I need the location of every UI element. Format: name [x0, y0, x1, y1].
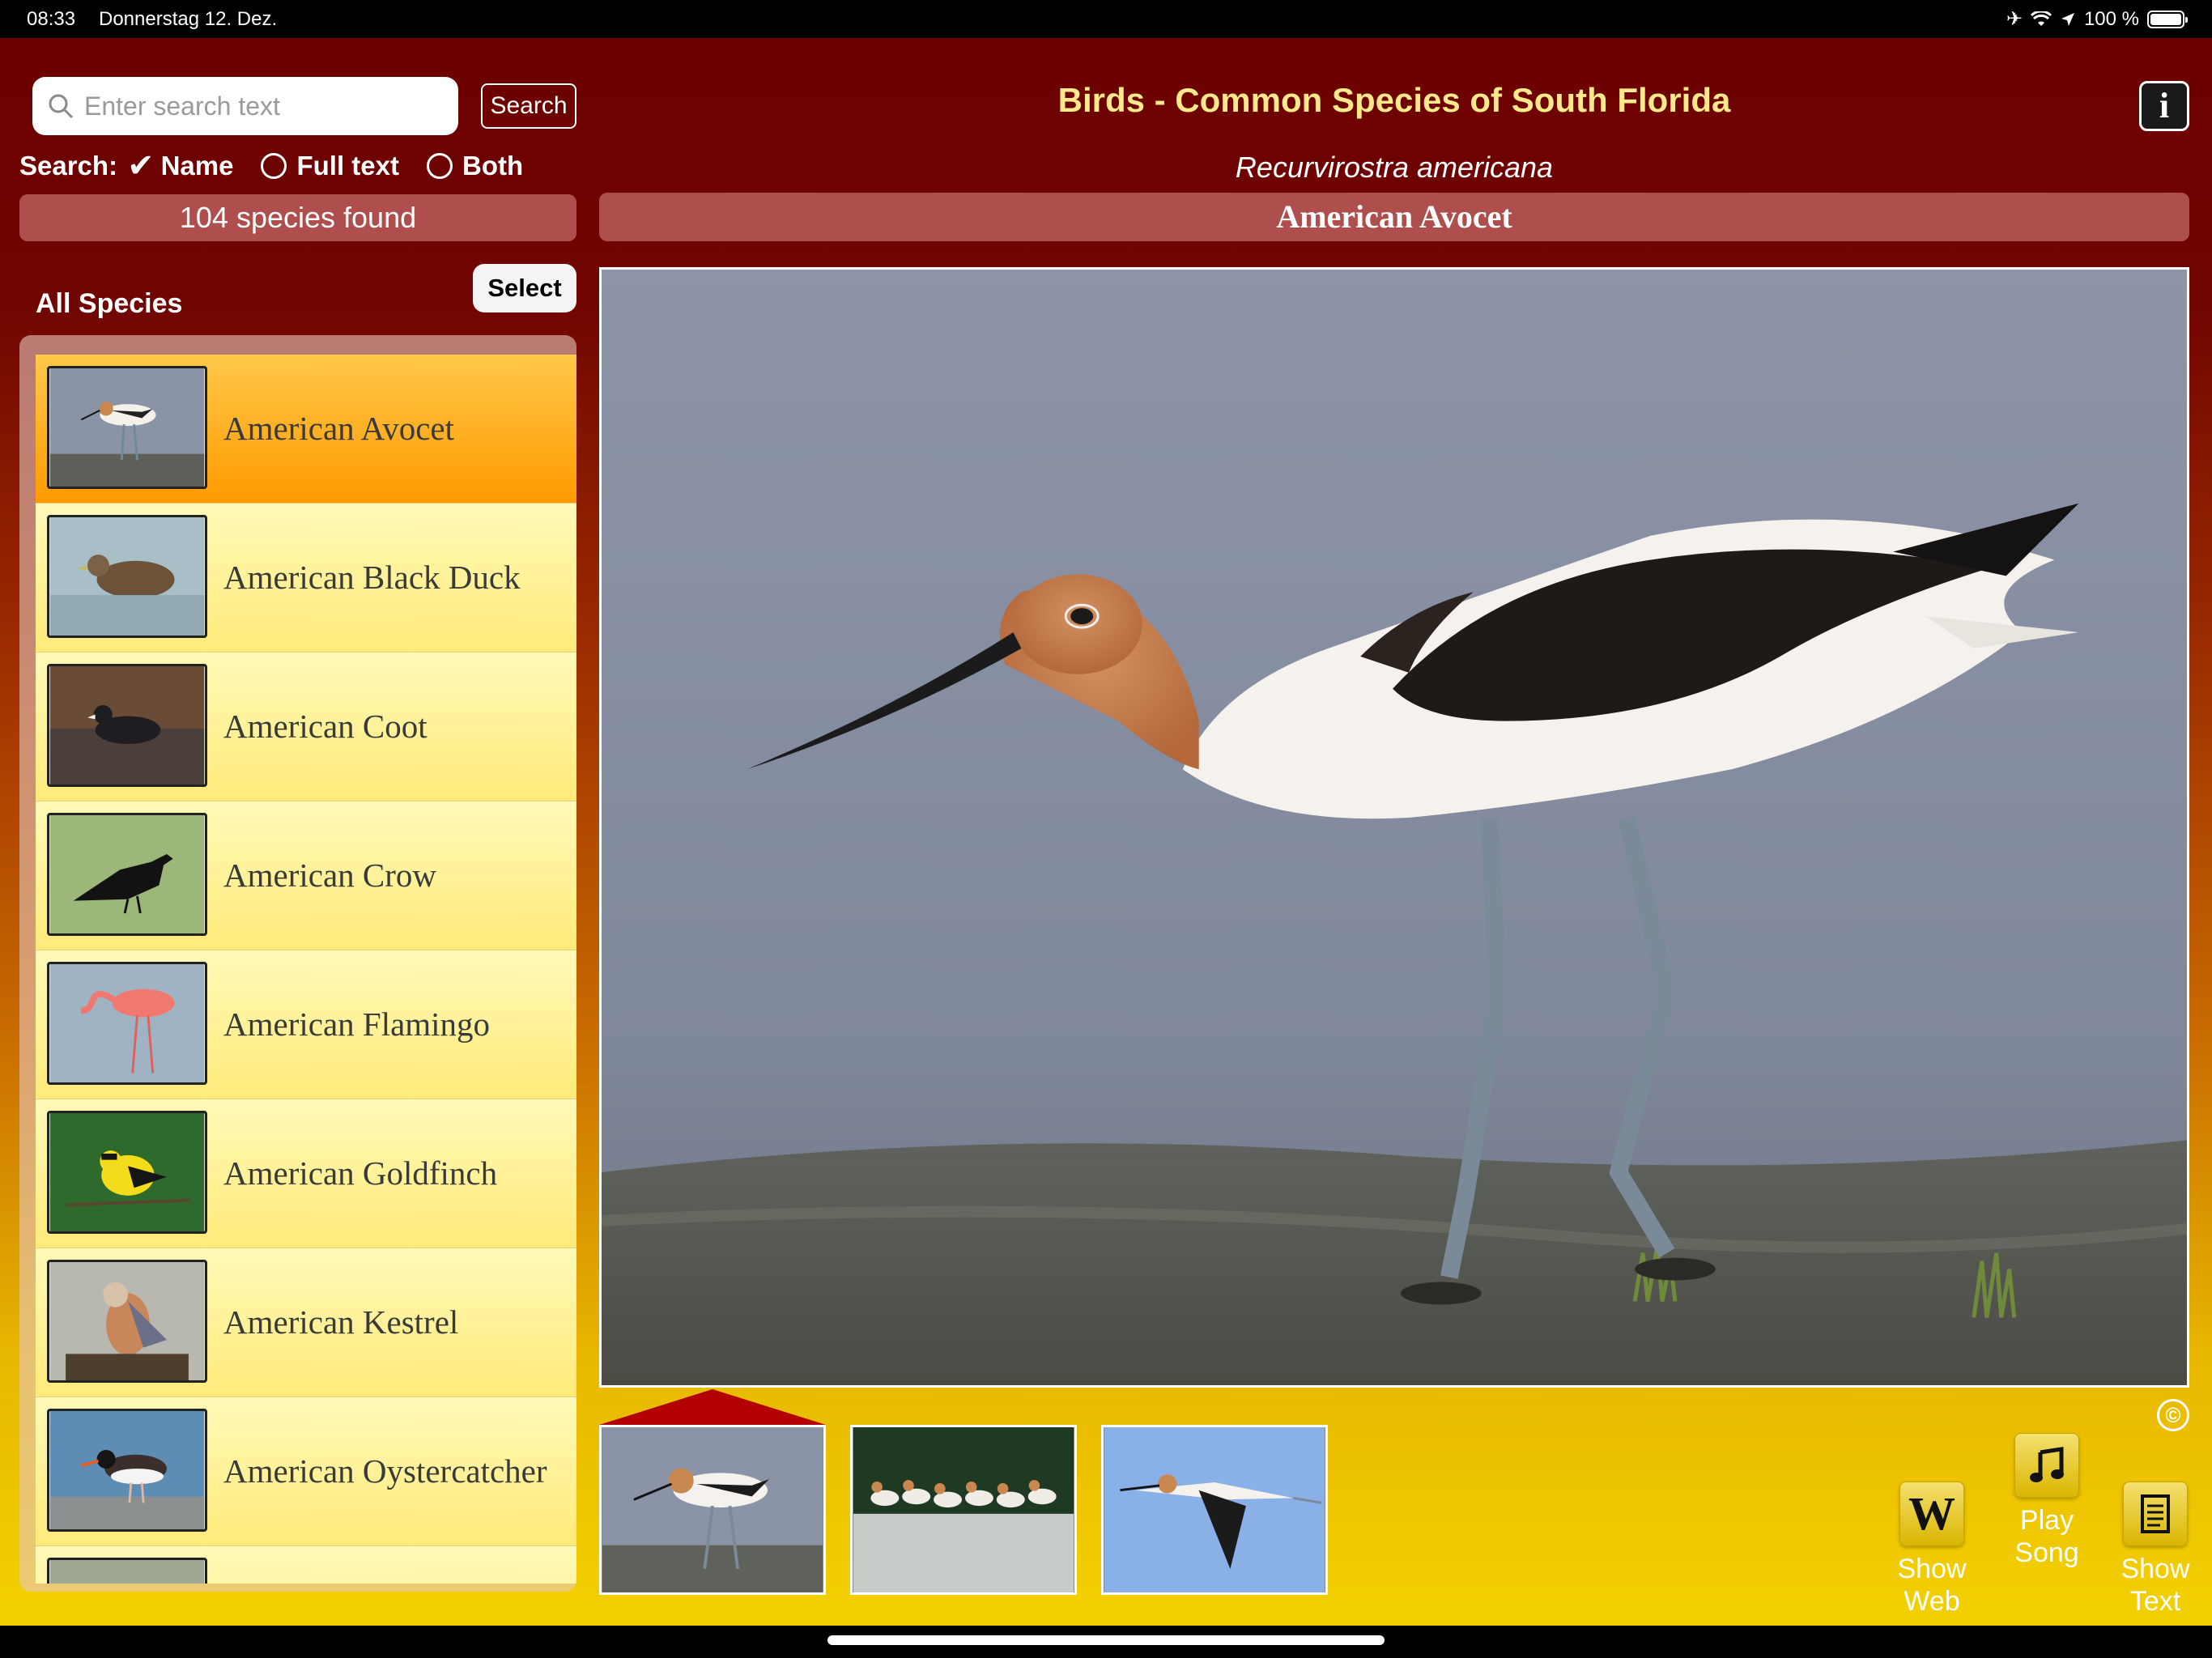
- list-item-american-flamingo[interactable]: American Flamingo: [36, 950, 576, 1099]
- list-item-label: American Black Duck: [223, 559, 521, 597]
- search-options: Search: ✔ Name Full text Both: [19, 146, 551, 186]
- kestrel-thumbnail: [47, 1260, 207, 1383]
- list-item-label: American Kestrel: [223, 1303, 459, 1341]
- common-name: American Avocet: [599, 193, 2189, 241]
- list-item-label: American Flamingo: [223, 1005, 491, 1044]
- search-options-label: Search:: [19, 151, 118, 181]
- species-list-panel: American Avocet American Black Duck Amer…: [19, 335, 576, 1592]
- avocet-thumbnail: [47, 366, 207, 489]
- photo-thumb-3[interactable]: [1101, 1425, 1328, 1595]
- avocet-photo: [602, 270, 2187, 1385]
- show-text-button[interactable]: Show Text: [2113, 1482, 2197, 1618]
- list-item-american-black-duck[interactable]: American Black Duck: [36, 504, 576, 653]
- battery-icon: [2147, 10, 2188, 28]
- search-option-name[interactable]: ✔ Name: [127, 147, 233, 185]
- list-item-label: American Avocet: [223, 410, 454, 448]
- list-item-label: American Coot: [223, 708, 428, 746]
- select-button[interactable]: Select: [473, 264, 576, 312]
- list-heading: All Species: [36, 288, 183, 319]
- flamingo-thumbnail: [47, 962, 207, 1085]
- search-option-label: Name: [160, 151, 234, 181]
- search-input[interactable]: [84, 91, 440, 121]
- search-option-full-text[interactable]: Full text: [261, 151, 399, 181]
- radio-icon: [261, 153, 287, 179]
- status-right: ✈ 100 %: [2006, 0, 2188, 38]
- show-web-button[interactable]: W Show Web: [1890, 1482, 1974, 1618]
- home-indicator[interactable]: [827, 1635, 1385, 1645]
- document-icon: [2123, 1482, 2188, 1546]
- list-item-label: American Crow: [223, 857, 436, 895]
- list-item-american-avocet[interactable]: American Avocet: [36, 355, 576, 504]
- list-item-partial[interactable]: [36, 1546, 576, 1584]
- list-item-american-oystercatcher[interactable]: American Oystercatcher: [36, 1397, 576, 1546]
- photo-thumb-2[interactable]: [850, 1425, 1077, 1595]
- duck-thumbnail: [47, 515, 207, 638]
- play-song-button[interactable]: Play Song: [2005, 1433, 2089, 1569]
- location-icon: [2061, 12, 2074, 26]
- show-text-label: Show Text: [2121, 1554, 2190, 1617]
- selected-indicator: [599, 1389, 826, 1425]
- results-count: 104 species found: [19, 194, 576, 241]
- checkmark-icon: ✔: [127, 148, 155, 184]
- coot-thumbnail: [47, 664, 207, 787]
- search-icon: [49, 94, 74, 119]
- list-item-label: American Oystercatcher: [223, 1452, 547, 1490]
- list-item-american-crow[interactable]: American Crow: [36, 801, 576, 950]
- search-option-both[interactable]: Both: [426, 151, 524, 181]
- photo-thumbnails: [599, 1389, 1571, 1595]
- status-date: Donnerstag 12. Dez.: [99, 8, 278, 30]
- music-note-icon: [2014, 1433, 2079, 1498]
- show-web-label: Show Web: [1897, 1554, 1967, 1617]
- status-time: 08:33: [27, 8, 76, 30]
- battery-percent: 100 %: [2083, 8, 2139, 30]
- wikipedia-icon: W: [1899, 1482, 1964, 1546]
- list-item-label: American Goldfinch: [223, 1154, 498, 1192]
- copyright-button[interactable]: ©: [2157, 1399, 2189, 1431]
- info-button[interactable]: i: [2139, 81, 2189, 131]
- search-option-label: Both: [462, 151, 524, 181]
- list-item-american-goldfinch[interactable]: American Goldfinch: [36, 1099, 576, 1248]
- scientific-name: Recurvirostra americana: [1235, 151, 1554, 184]
- radio-icon: [426, 153, 453, 179]
- list-item-american-coot[interactable]: American Coot: [36, 653, 576, 801]
- wifi-icon: [2030, 11, 2052, 26]
- photo-thumb-1[interactable]: [599, 1425, 826, 1595]
- next-thumbnail: [47, 1558, 207, 1584]
- status-bar: 08:33 Donnerstag 12. Dez. ✈ 100 %: [0, 0, 2212, 38]
- crow-thumbnail: [47, 813, 207, 936]
- play-song-label: Play Song: [2014, 1505, 2079, 1568]
- search-option-label: Full text: [296, 151, 399, 181]
- oystercatcher-thumbnail: [47, 1409, 207, 1532]
- list-item-american-kestrel[interactable]: American Kestrel: [36, 1248, 576, 1397]
- app-title: Birds - Common Species of South Florida: [1057, 81, 1731, 119]
- search-button[interactable]: Search: [481, 83, 576, 129]
- species-list[interactable]: American Avocet American Black Duck Amer…: [36, 355, 576, 1584]
- main-photo[interactable]: [599, 267, 2189, 1388]
- airplane-icon: ✈: [2006, 8, 2023, 30]
- goldfinch-thumbnail: [47, 1111, 207, 1234]
- search-field[interactable]: [32, 77, 458, 135]
